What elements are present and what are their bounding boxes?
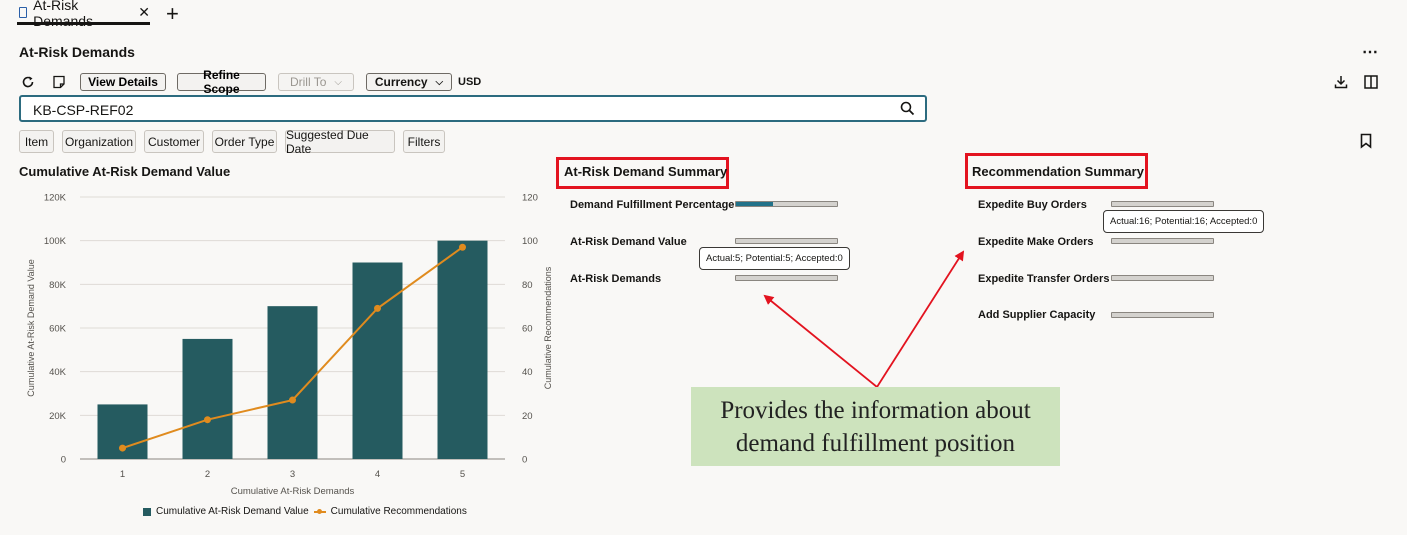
y2-tick-label: 100 (522, 236, 538, 247)
filter-customer[interactable]: Customer (144, 130, 204, 153)
search-field[interactable] (19, 95, 927, 122)
metric-expedite-transfer-bar[interactable] (1111, 275, 1214, 281)
bookmark-icon[interactable] (1360, 133, 1372, 149)
annotation-note: Provides the information about demand fu… (691, 387, 1060, 466)
chart-legend: Cumulative At-Risk Demand Value Cumulati… (143, 506, 467, 517)
line-point (204, 416, 211, 424)
y2-tick-label: 60 (522, 324, 533, 335)
metric-demand-fulfillment-bar[interactable] (735, 201, 838, 207)
y-tick-label: 100K (44, 236, 67, 247)
bar (182, 338, 233, 459)
y-tick-label: 60K (49, 324, 67, 335)
search-icon[interactable] (900, 101, 915, 116)
x-tick-label: 3 (290, 469, 295, 480)
metric-demand-value-label: At-Risk Demand Value (570, 236, 687, 248)
y2-tick-label: 40 (522, 367, 533, 378)
filter-order-type[interactable]: Order Type (212, 130, 277, 153)
demand-tooltip: Actual:5; Potential:5; Accepted:0 (699, 247, 850, 270)
tab-at-risk-demands[interactable]: At-Risk Demands ✕ (17, 0, 150, 29)
x-tick-label: 5 (460, 469, 465, 480)
filter-filters[interactable]: Filters (403, 130, 445, 153)
x-tick-label: 2 (205, 469, 210, 480)
line-point (119, 444, 126, 452)
y2-axis-title: Cumulative Recommendations (543, 266, 553, 389)
chevron-down-icon: ⌵ (435, 76, 444, 88)
line-point (459, 243, 466, 251)
metric-demand-fulfillment-label: Demand Fulfillment Percentage (570, 199, 735, 211)
metric-expedite-make-label: Expedite Make Orders (978, 236, 1094, 248)
metric-add-supplier-capacity-label: Add Supplier Capacity (978, 309, 1096, 321)
legend-series-2: Cumulative Recommendations (330, 506, 467, 517)
demand-summary-title: At-Risk Demand Summary (564, 164, 728, 179)
note-icon[interactable] (52, 75, 66, 89)
drill-to-label: Drill To (289, 75, 327, 89)
refresh-icon[interactable] (21, 75, 35, 89)
y-tick-label: 40K (49, 367, 67, 378)
y2-tick-label: 120 (522, 193, 538, 204)
panel-layout-icon[interactable] (1364, 75, 1378, 89)
metric-demands-bar[interactable] (735, 275, 838, 281)
x-axis-title: Cumulative At-Risk Demands (231, 486, 355, 497)
view-details-button[interactable]: View Details (80, 73, 166, 91)
legend-line-swatch (313, 508, 326, 516)
legend-bar-swatch (143, 507, 151, 516)
y2-tick-label: 80 (522, 280, 533, 291)
legend-series-1: Cumulative At-Risk Demand Value (156, 506, 309, 517)
x-tick-label: 1 (120, 469, 125, 480)
recommendation-summary-title: Recommendation Summary (972, 164, 1144, 179)
bar (437, 240, 488, 459)
tab-label: At-Risk Demands (33, 0, 94, 29)
y-tick-label: 20K (49, 411, 67, 422)
metric-expedite-transfer-label: Expedite Transfer Orders (978, 273, 1110, 285)
metric-add-supplier-capacity-bar[interactable] (1111, 312, 1214, 318)
metric-demands-label: At-Risk Demands (570, 273, 662, 285)
currency-select[interactable]: Currency ⌵ (366, 73, 452, 91)
chevron-down-icon: ⌵ (334, 76, 343, 88)
line-point (374, 304, 381, 312)
y2-tick-label: 20 (522, 411, 533, 422)
y-tick-label: 80K (49, 280, 67, 291)
metric-expedite-make-bar[interactable] (1111, 238, 1214, 244)
download-icon[interactable] (1334, 75, 1348, 89)
arrow-to-demand-summary (763, 294, 878, 388)
y-axis-title: Cumulative At-Risk Demand Value (26, 259, 36, 396)
bar-fill (736, 202, 774, 206)
more-options-icon[interactable]: ⋯ (1362, 42, 1379, 62)
search-input[interactable] (31, 100, 885, 120)
chart-title: Cumulative At-Risk Demand Value (19, 164, 231, 179)
metric-expedite-buy-label: Expedite Buy Orders (978, 199, 1087, 211)
line-point (289, 396, 296, 404)
arrow-to-recommendation-summary (876, 250, 965, 388)
page-title: At-Risk Demands (19, 44, 135, 60)
y-tick-label: 120K (44, 193, 67, 204)
y-tick-label: 0 (61, 455, 66, 466)
filter-item[interactable]: Item (19, 130, 54, 153)
drill-to-button[interactable]: Drill To ⌵ (278, 73, 354, 91)
recommendation-tooltip: Actual:16; Potential:16; Accepted:0 (1103, 210, 1265, 233)
metric-expedite-buy-bar[interactable] (1111, 201, 1214, 207)
filter-suggested-due-date[interactable]: Suggested Due Date (285, 128, 395, 156)
filter-organization[interactable]: Organization (62, 130, 136, 153)
currency-value: USD (458, 76, 482, 88)
x-tick-label: 4 (375, 469, 380, 480)
close-icon[interactable]: ✕ (138, 4, 150, 21)
metric-demand-value-bar[interactable] (735, 238, 838, 244)
y2-tick-label: 0 (522, 455, 527, 466)
add-tab-icon[interactable]: + (166, 2, 179, 26)
refine-scope-button[interactable]: Refine Scope (177, 68, 266, 96)
document-icon (19, 7, 28, 18)
bar (352, 262, 403, 459)
cumulative-demand-chart: 0 20K 40K 60K 80K 100K 120K 0 20 40 60 80 100 120 1 2 3 4… (26, 193, 553, 498)
currency-label: Currency (374, 75, 428, 89)
